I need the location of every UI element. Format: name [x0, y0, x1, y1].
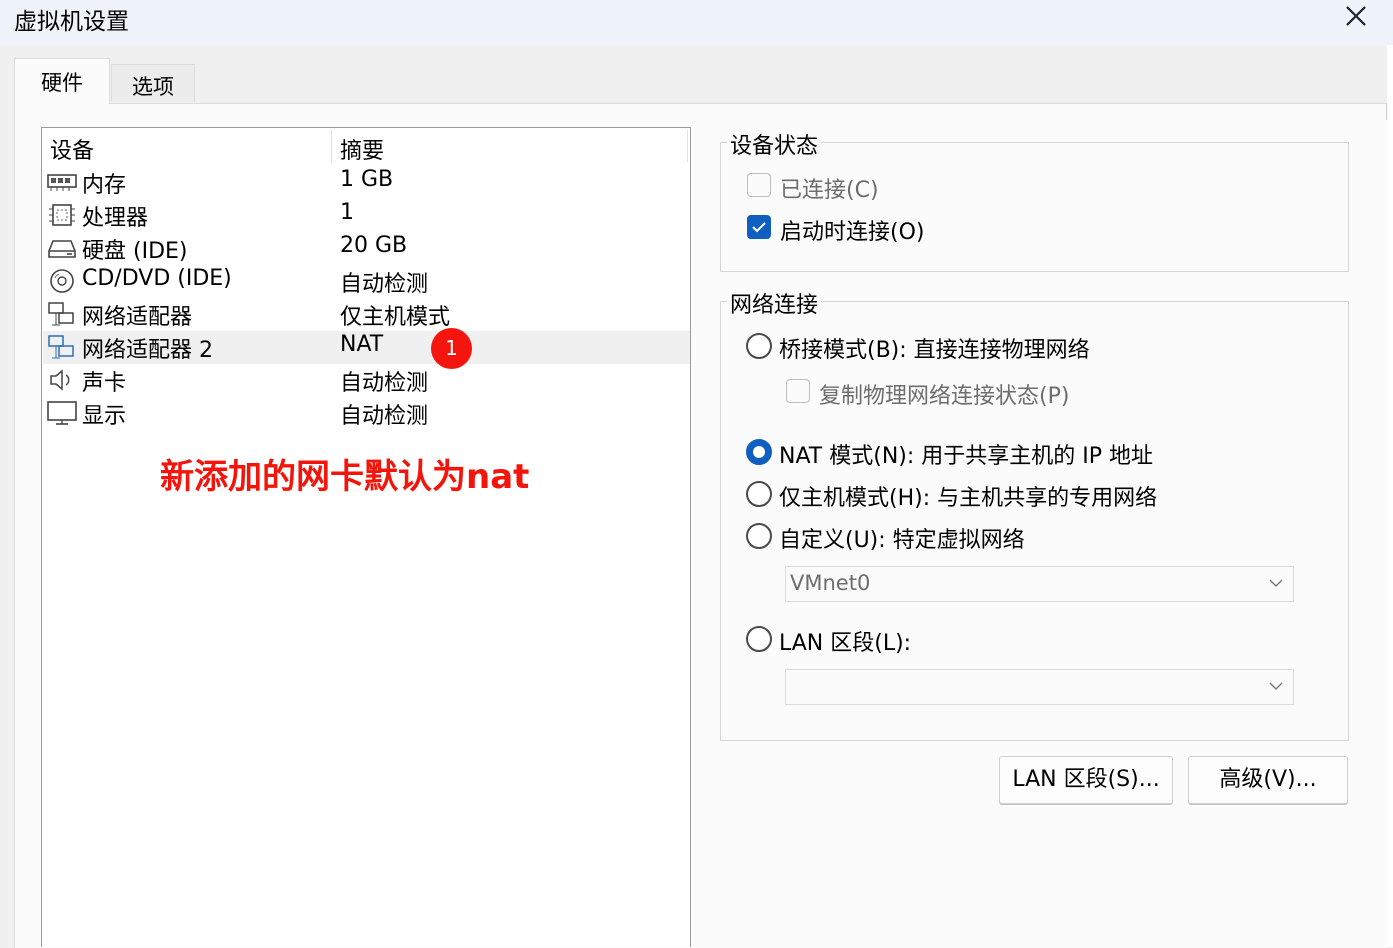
network-adapter-icon [48, 302, 74, 326]
close-icon [1346, 6, 1366, 26]
lan-segment-select[interactable] [785, 669, 1294, 705]
device-row-sound-card[interactable]: 声卡 自动检测 [43, 364, 690, 397]
connect-at-power-on-checkbox[interactable]: 启动时连接(O) [747, 215, 1047, 245]
checkbox-box [747, 215, 771, 239]
device-summary: NAT [340, 332, 384, 357]
radio-label: 自定义(U): 特定虚拟网络 [779, 528, 1025, 553]
checkmark-icon [752, 222, 766, 233]
cd-dvd-icon [50, 269, 74, 293]
processor-icon [49, 204, 75, 226]
device-row-memory[interactable]: 内存 1 GB [43, 166, 690, 199]
checkbox-label: 复制物理网络连接状态(P) [819, 384, 1070, 409]
radio-circle [746, 626, 772, 652]
hard-disk-icon [48, 240, 76, 258]
device-row-display[interactable]: 显示 自动检测 [43, 397, 690, 430]
connected-checkbox[interactable]: 已连接(C) [747, 173, 1047, 203]
device-summary: 自动检测 [340, 272, 429, 297]
nat-radio[interactable]: NAT 模式(N): 用于共享主机的 IP 地址 [746, 439, 1196, 469]
tab-hardware[interactable]: 硬件 [14, 58, 110, 104]
device-summary: 1 [340, 200, 354, 225]
device-name: 网络适配器 2 [82, 338, 213, 363]
host-only-radio[interactable]: 仅主机模式(H): 与主机共享的专用网络 [746, 481, 1196, 511]
custom-radio[interactable]: 自定义(U): 特定虚拟网络 [746, 523, 1066, 553]
device-summary: 20 GB [340, 233, 408, 258]
chevron-down-icon [1269, 579, 1283, 587]
advanced-button[interactable]: 高级(V)... [1188, 756, 1348, 804]
title-bar: 虚拟机设置 [0, 0, 1393, 45]
radio-circle [746, 523, 772, 549]
annotation-text: 新添加的网卡默认为nat [160, 457, 530, 497]
column-header-device[interactable]: 设备 [50, 133, 94, 165]
column-separator[interactable] [331, 130, 332, 162]
column-header-summary[interactable]: 摘要 [340, 133, 384, 165]
device-summary: 仅主机模式 [340, 305, 451, 330]
checkbox-label: 已连接(C) [780, 178, 879, 203]
replicate-state-checkbox[interactable]: 复制物理网络连接状态(P) [786, 379, 1106, 409]
device-status-title: 设备状态 [727, 128, 822, 160]
radio-label: 桥接模式(B): 直接连接物理网络 [779, 338, 1090, 363]
device-row-network-adapter[interactable]: 网络适配器 仅主机模式 [43, 298, 690, 331]
bridged-radio[interactable]: 桥接模式(B): 直接连接物理网络 [746, 333, 1126, 363]
custom-network-select[interactable]: VMnet0 [785, 566, 1294, 602]
device-name: 显示 [82, 404, 127, 429]
lan-segment-radio[interactable]: LAN 区段(L): [746, 626, 946, 656]
device-name: 硬盘 (IDE) [82, 239, 188, 264]
device-row-processor[interactable]: 处理器 1 [43, 199, 690, 232]
tab-options[interactable]: 选项 [111, 64, 195, 102]
memory-icon [47, 174, 77, 191]
device-name: 内存 [82, 173, 127, 198]
lan-segments-button[interactable]: LAN 区段(S)... [999, 756, 1173, 804]
radio-circle [746, 481, 772, 507]
window-title: 虚拟机设置 [14, 9, 129, 35]
radio-circle [746, 439, 772, 465]
device-name: 声卡 [82, 371, 127, 396]
radio-label: NAT 模式(N): 用于共享主机的 IP 地址 [779, 444, 1154, 469]
device-summary: 自动检测 [340, 404, 429, 429]
select-value: VMnet0 [790, 571, 871, 595]
display-icon [47, 401, 77, 425]
column-separator[interactable] [687, 130, 688, 162]
device-row-hard-disk[interactable]: 硬盘 (IDE) 20 GB [43, 232, 690, 265]
checkbox-label: 启动时连接(O) [780, 220, 925, 245]
device-row-cd-dvd[interactable]: CD/DVD (IDE) 自动检测 [43, 265, 690, 298]
device-summary: 自动检测 [340, 371, 429, 396]
device-summary: 1 GB [340, 167, 394, 192]
chevron-down-icon [1269, 682, 1283, 690]
step-badge: 1 [431, 328, 472, 369]
network-adapter-icon [48, 335, 74, 359]
checkbox-box [747, 173, 771, 197]
window-edge [1387, 45, 1393, 947]
device-name: 处理器 [82, 206, 149, 231]
device-name: 网络适配器 [82, 305, 193, 330]
device-status-group [720, 142, 1349, 272]
radio-label: LAN 区段(L): [779, 631, 912, 656]
radio-circle [746, 333, 772, 359]
scroll-indicator[interactable] [1386, 103, 1393, 120]
device-row-network-adapter-2[interactable]: 网络适配器 2 NAT [43, 331, 690, 364]
speaker-icon [50, 369, 70, 391]
checkbox-box [786, 379, 810, 403]
radio-label: 仅主机模式(H): 与主机共享的专用网络 [779, 486, 1158, 511]
close-button[interactable] [1338, 2, 1376, 32]
network-connection-title: 网络连接 [727, 287, 822, 319]
device-name: CD/DVD (IDE) [82, 266, 232, 291]
